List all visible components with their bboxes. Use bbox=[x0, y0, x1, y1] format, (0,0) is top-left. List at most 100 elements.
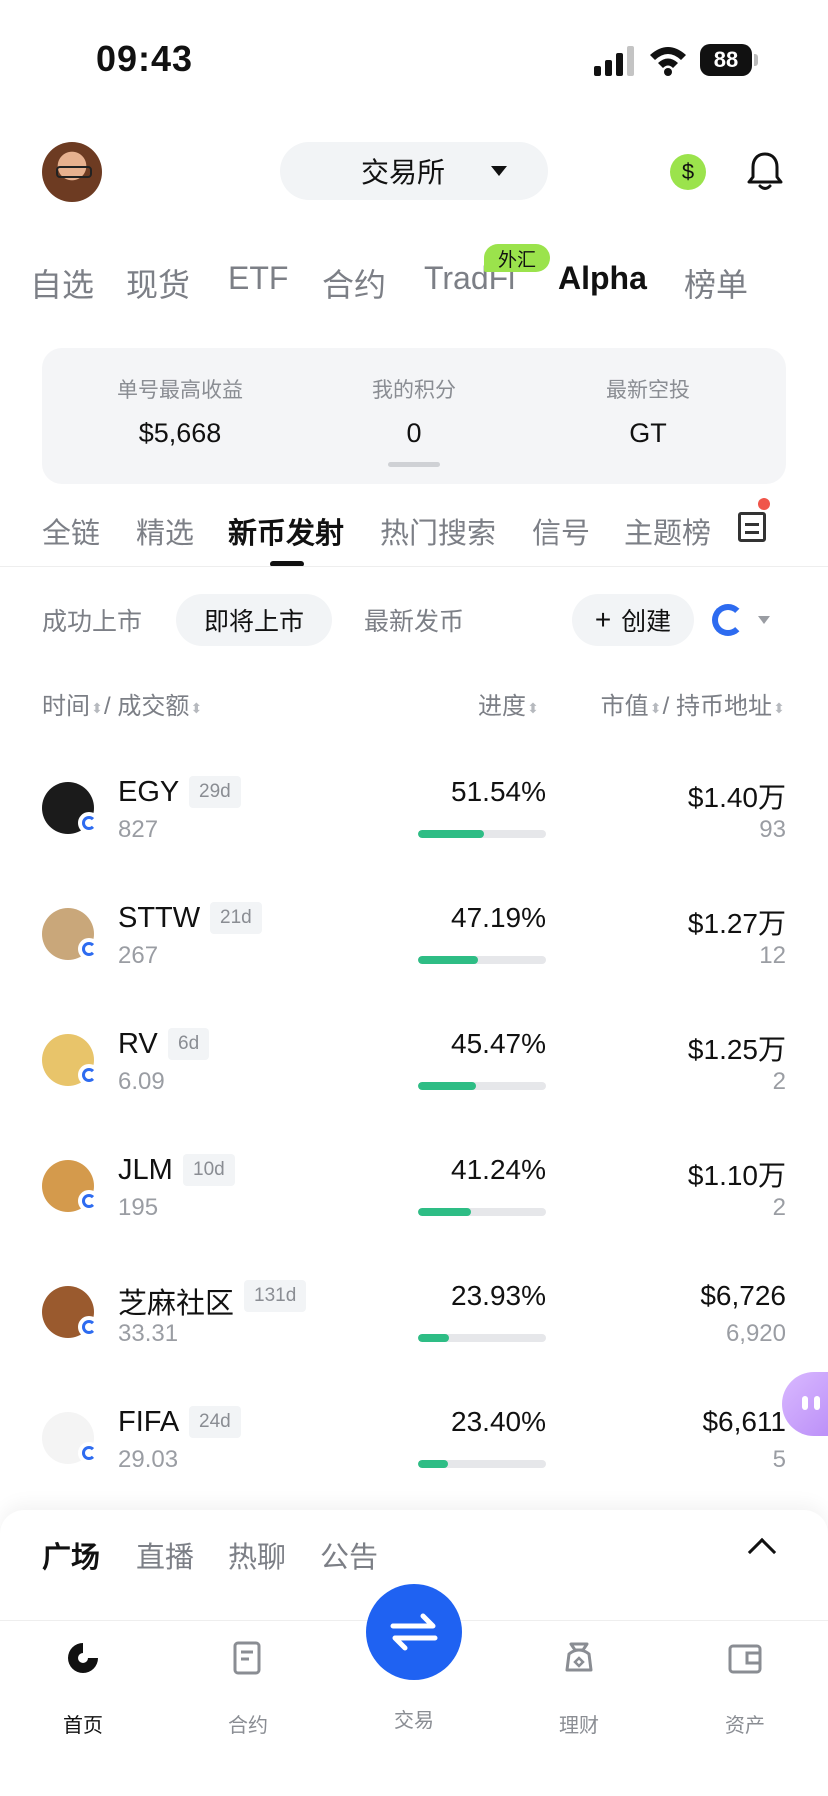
alpha-summary-card[interactable]: 单号最高收益 $5,668 我的积分 0 最新空投 GT bbox=[42, 348, 786, 484]
token-holders: 6,920 bbox=[725, 1320, 786, 1347]
token-row[interactable]: JLM 10d 195 41.24% $1.10万 2 bbox=[0, 1134, 828, 1260]
tab-square[interactable]: 广场 bbox=[42, 1534, 100, 1576]
filter-newest[interactable]: 最新发币 bbox=[336, 594, 492, 646]
tab-rankings[interactable]: 榜单 bbox=[684, 260, 748, 306]
token-progress: 45.47% bbox=[451, 1028, 546, 1059]
token-holders: 12 bbox=[759, 942, 786, 969]
battery-icon: 88 bbox=[700, 44, 758, 76]
battery-level: 88 bbox=[700, 44, 752, 76]
tab-signals[interactable]: 信号 bbox=[532, 510, 590, 552]
exchange-selector[interactable]: 交易所 bbox=[280, 142, 548, 200]
token-progress: 41.24% bbox=[451, 1154, 546, 1185]
notification-dot bbox=[758, 498, 770, 510]
progress-fill bbox=[418, 956, 479, 964]
chain-badge-icon bbox=[78, 1442, 100, 1464]
token-volume: 267 bbox=[118, 942, 159, 969]
token-row[interactable]: EGY 29d 827 51.54% $1.40万 93 bbox=[0, 756, 828, 882]
home-icon bbox=[68, 1643, 98, 1673]
tab-selected[interactable]: 精选 bbox=[136, 510, 194, 552]
tab-all-chains[interactable]: 全链 bbox=[42, 510, 100, 552]
dollar-icon[interactable]: $ bbox=[670, 154, 706, 190]
token-row[interactable]: STTW 21d 267 47.19% $1.27万 12 bbox=[0, 882, 828, 1008]
filter-upcoming[interactable]: 即将上市 bbox=[176, 594, 333, 646]
summary-label: 最新空投 bbox=[606, 379, 690, 402]
progress-fill bbox=[418, 830, 484, 838]
column-progress[interactable]: 进度⬍ bbox=[478, 686, 540, 721]
progress-fill bbox=[418, 1082, 477, 1090]
nav-label: 交易 bbox=[394, 1710, 434, 1732]
tab-spot[interactable]: 现货 bbox=[126, 260, 190, 306]
tab-new-launch[interactable]: 新币发射 bbox=[228, 510, 344, 552]
token-holders: 93 bbox=[759, 816, 786, 843]
divider bbox=[0, 566, 828, 567]
token-holders: 5 bbox=[772, 1446, 786, 1473]
column-mcap-holders[interactable]: 市值⬍/ 持币地址⬍ bbox=[601, 686, 786, 721]
token-row[interactable]: FIFA 24d 29.03 23.40% $6,611 5 bbox=[0, 1386, 828, 1512]
bell-icon[interactable] bbox=[746, 150, 784, 192]
token-name: RV bbox=[118, 1028, 158, 1060]
progress-fill bbox=[418, 1334, 449, 1342]
age-badge: 131d bbox=[244, 1280, 307, 1312]
earn-icon bbox=[565, 1642, 593, 1672]
chain-badge-icon bbox=[78, 1190, 100, 1212]
token-name: EGY bbox=[118, 776, 180, 808]
tab-etf[interactable]: ETF bbox=[228, 260, 288, 297]
token-holders: 2 bbox=[772, 1194, 786, 1221]
chain-badge-icon bbox=[78, 1316, 100, 1338]
progress-bar bbox=[418, 1460, 546, 1468]
age-badge: 10d bbox=[183, 1154, 235, 1186]
token-volume: 827 bbox=[118, 816, 159, 843]
tab-favorites[interactable]: 自选 bbox=[30, 260, 94, 306]
sort-icon: ⬍ bbox=[190, 699, 203, 716]
filter-row: 成功上市 即将上市 最新发币 bbox=[0, 594, 828, 646]
avatar[interactable] bbox=[42, 142, 102, 202]
cellular-signal-icon bbox=[594, 46, 634, 76]
token-market-cap: $6,611 bbox=[702, 1406, 786, 1437]
token-volume: 195 bbox=[118, 1194, 159, 1221]
sort-icon: ⬍ bbox=[527, 699, 539, 716]
page-indicator bbox=[388, 462, 440, 467]
nav-earn[interactable]: 理财 bbox=[524, 1640, 634, 1738]
filter-listed[interactable]: 成功上市 bbox=[14, 594, 170, 646]
token-progress: 23.93% bbox=[451, 1280, 546, 1311]
tab-theme-rankings[interactable]: 主题榜 bbox=[624, 510, 711, 552]
create-button[interactable]: + 创建 bbox=[572, 594, 694, 646]
column-progress-label: 进度 bbox=[478, 693, 526, 720]
tab-futures[interactable]: 合约 bbox=[322, 260, 386, 306]
nav-label: 资产 bbox=[725, 1715, 765, 1737]
token-market-cap: $1.40万 bbox=[687, 782, 786, 813]
nav-futures[interactable]: 合约 bbox=[193, 1640, 303, 1738]
column-time-volume[interactable]: 时间⬍/ 成交额⬍ bbox=[42, 686, 203, 721]
fx-badge: 外汇 bbox=[484, 244, 550, 272]
token-name: 芝麻社区 bbox=[118, 1288, 235, 1320]
token-market-cap: $6,726 bbox=[700, 1280, 786, 1311]
sort-icon: ⬍ bbox=[773, 699, 785, 716]
token-holders: 2 bbox=[772, 1068, 786, 1095]
token-progress: 23.40% bbox=[451, 1406, 546, 1437]
wifi-icon bbox=[650, 47, 686, 76]
token-market-cap: $1.25万 bbox=[687, 1034, 786, 1065]
list-menu-icon[interactable] bbox=[738, 512, 766, 542]
column-header: 时间⬍/ 成交额⬍ 进度⬍ 市值⬍/ 持币地址⬍ bbox=[42, 686, 786, 721]
tab-live[interactable]: 直播 bbox=[136, 1534, 194, 1576]
status-bar: 09:43 88 bbox=[0, 0, 828, 110]
chevron-down-icon[interactable] bbox=[758, 616, 770, 624]
nav-assets[interactable]: 资产 bbox=[690, 1640, 800, 1738]
nav-label: 首页 bbox=[63, 1715, 103, 1737]
tab-alpha[interactable]: Alpha bbox=[558, 260, 647, 297]
tab-hot-chat[interactable]: 热聊 bbox=[228, 1534, 286, 1576]
summary-label: 我的积分 bbox=[372, 379, 456, 402]
tab-hot-search[interactable]: 热门搜索 bbox=[380, 510, 496, 552]
tab-announcements[interactable]: 公告 bbox=[320, 1534, 378, 1576]
nav-home[interactable]: 首页 bbox=[28, 1640, 138, 1738]
summary-my-points: 我的积分 0 bbox=[294, 374, 534, 449]
progress-fill bbox=[418, 1208, 471, 1216]
nav-label: 合约 bbox=[228, 1715, 268, 1737]
nav-label: 理财 bbox=[559, 1715, 599, 1737]
chain-filter-icon[interactable] bbox=[712, 604, 744, 636]
column-holders: 持币地址 bbox=[676, 693, 772, 720]
token-row[interactable]: 芝麻社区 131d 33.31 23.93% $6,726 6,920 bbox=[0, 1260, 828, 1386]
nav-trade[interactable]: 交易 bbox=[359, 1640, 469, 1733]
token-row[interactable]: RV 6d 6.09 45.47% $1.25万 2 bbox=[0, 1008, 828, 1134]
summary-value: GT bbox=[629, 418, 667, 448]
